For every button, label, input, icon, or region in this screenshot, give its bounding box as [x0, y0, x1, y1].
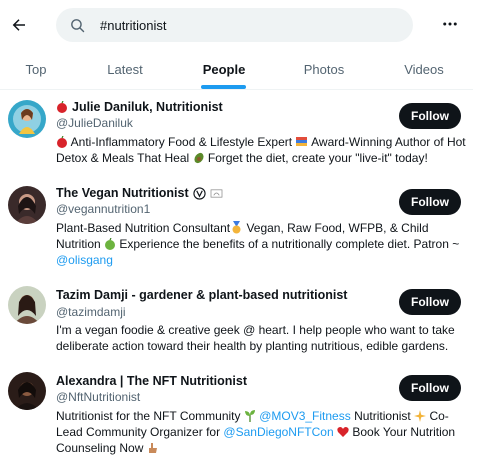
user-name[interactable]: The Vegan Nutritionist: [56, 186, 223, 200]
seedling-flag-icon: [210, 188, 223, 198]
user-handle[interactable]: @NftNutritionist: [56, 390, 140, 404]
apple-icon: [57, 101, 67, 113]
user-name-text: The Vegan Nutritionist: [56, 186, 189, 200]
search-tabs: Top Latest People Photos Videos: [0, 50, 473, 90]
bio-text: Experience the benefits of a nutritional…: [119, 237, 460, 251]
medal-icon: [232, 221, 241, 234]
follow-button[interactable]: Follow: [399, 189, 461, 215]
avatar[interactable]: [8, 100, 46, 138]
user-cell[interactable]: The Vegan Nutritionist @vegannutrition1 …: [0, 176, 473, 272]
bio-mention-link[interactable]: @SanDiegoNFTCon: [223, 425, 333, 439]
bio-text: Nutritionist for the NFT Community: [56, 409, 241, 423]
bio-text: Anti-Inflammatory Food & Lifestyle Exper…: [70, 135, 293, 149]
avatar[interactable]: [8, 186, 46, 224]
tab-videos[interactable]: Videos: [384, 50, 464, 89]
apple-icon: [57, 136, 67, 148]
search-box[interactable]: [56, 8, 413, 42]
user-name-text: Julie Daniluk, Nutritionist: [72, 100, 223, 114]
user-handle[interactable]: @tazimdamji: [56, 305, 126, 319]
follow-button[interactable]: Follow: [399, 289, 461, 315]
user-cell[interactable]: Alexandra | The NFT Nutritionist @NftNut…: [0, 366, 473, 459]
tab-photos[interactable]: Photos: [285, 50, 363, 89]
tab-top[interactable]: Top: [0, 50, 72, 89]
user-cell[interactable]: Tazim Damji - gardener & plant-based nut…: [0, 280, 473, 360]
bio-mention-link[interactable]: @MOV3_Fitness: [259, 409, 351, 423]
green-apple-icon: [105, 238, 116, 250]
user-bio: Nutritionist for the NFT Community @MOV3…: [56, 408, 466, 456]
follow-button[interactable]: Follow: [399, 375, 461, 401]
user-bio: Anti-Inflammatory Food & Lifestyle Exper…: [56, 134, 466, 166]
search-input[interactable]: [100, 17, 380, 33]
avatar[interactable]: [8, 286, 46, 324]
user-name-text: Alexandra | The NFT Nutritionist: [56, 374, 248, 388]
user-name[interactable]: Tazim Damji - gardener & plant-based nut…: [56, 288, 347, 302]
pointing-hand-icon: [148, 443, 157, 453]
search-icon: [69, 16, 87, 34]
bio-text: I'm a vegan foodie & creative geek @ hea…: [56, 323, 455, 353]
user-bio: Plant-Based Nutrition Consultant Vegan, …: [56, 220, 466, 268]
user-bio: I'm a vegan foodie & creative geek @ hea…: [56, 322, 466, 354]
bio-text: Nutritionist: [354, 409, 411, 423]
user-handle[interactable]: @JulieDaniluk: [56, 116, 133, 130]
user-name[interactable]: Julie Daniluk, Nutritionist: [56, 100, 223, 114]
avatar[interactable]: [8, 372, 46, 410]
bio-mention-link[interactable]: @olisgang: [56, 253, 113, 267]
tab-people[interactable]: People: [183, 50, 265, 89]
seedling-icon: [244, 410, 255, 422]
top-bar: [0, 0, 479, 50]
heart-icon: [337, 427, 349, 437]
back-arrow-icon[interactable]: [4, 10, 34, 40]
bio-text: Forget the diet, create your "live-it" t…: [207, 151, 428, 165]
more-options-icon[interactable]: [436, 10, 464, 38]
user-cell[interactable]: Julie Daniluk, Nutritionist @JulieDanilu…: [0, 90, 473, 174]
user-name-text: Tazim Damji - gardener & plant-based nut…: [56, 288, 348, 302]
vegan-symbol-icon: [193, 186, 206, 200]
tab-latest[interactable]: Latest: [86, 50, 164, 89]
user-name[interactable]: Alexandra | The NFT Nutritionist: [56, 374, 247, 388]
bio-text: Plant-Based Nutrition Consultant: [56, 221, 231, 235]
avocado-icon: [193, 152, 204, 164]
sparkles-icon: [414, 410, 427, 422]
follow-button[interactable]: Follow: [399, 103, 461, 129]
active-tab-indicator: [201, 85, 246, 89]
books-icon: [296, 137, 308, 146]
user-handle[interactable]: @vegannutrition1: [56, 202, 150, 216]
